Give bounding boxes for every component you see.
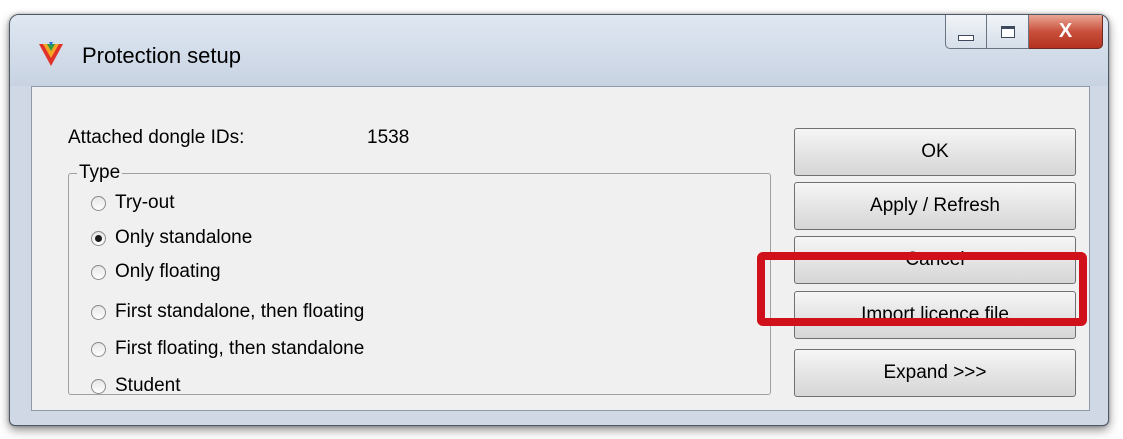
maximize-icon	[1000, 25, 1015, 38]
type-group-legend: Type	[77, 162, 123, 184]
highlight-annotation-box	[757, 252, 1087, 326]
maximize-button[interactable]	[987, 15, 1029, 49]
radio-button-selected[interactable]	[91, 230, 106, 246]
radio-label: Try-out	[115, 192, 175, 213]
radio-option-first-standalone-then-floating[interactable]: First standalone, then floating	[91, 301, 364, 323]
apply-refresh-button[interactable]: Apply / Refresh	[794, 182, 1076, 230]
close-button[interactable]: X	[1029, 15, 1103, 49]
app-logo-icon	[39, 42, 63, 66]
radio-label: First standalone, then floating	[115, 301, 365, 322]
dongle-ids-label: Attached dongle IDs:	[68, 127, 245, 148]
close-icon: X	[1058, 20, 1073, 42]
radio-button[interactable]	[91, 264, 106, 280]
title-bar[interactable]: Protection setup X	[10, 15, 1108, 86]
ok-button[interactable]: OK	[794, 128, 1076, 176]
radio-label: Student	[115, 375, 181, 396]
window-controls: X	[945, 15, 1103, 51]
radio-label: Only standalone	[115, 227, 253, 248]
radio-button[interactable]	[91, 341, 106, 357]
type-groupbox: Type Try-out Only standalone Only floati…	[68, 162, 771, 397]
radio-label: Only floating	[115, 261, 221, 282]
minimize-icon	[958, 34, 974, 41]
radio-button[interactable]	[91, 195, 106, 211]
radio-option-try-out[interactable]: Try-out	[91, 192, 174, 214]
radio-option-student[interactable]: Student	[91, 375, 181, 397]
radio-option-only-floating[interactable]: Only floating	[91, 261, 221, 283]
radio-option-only-standalone[interactable]: Only standalone	[91, 227, 252, 249]
radio-button[interactable]	[91, 378, 106, 394]
dialog-client-area: Attached dongle IDs: 1538 Type Try-out O…	[31, 86, 1090, 411]
minimize-button[interactable]	[945, 15, 987, 49]
radio-label: First floating, then standalone	[115, 338, 365, 359]
protection-setup-window: Protection setup X Attached dongle IDs: …	[9, 14, 1109, 426]
radio-option-first-floating-then-standalone[interactable]: First floating, then standalone	[91, 338, 364, 360]
window-title: Protection setup	[82, 43, 241, 68]
radio-button[interactable]	[91, 304, 106, 320]
dongle-ids-value: 1538	[367, 127, 410, 148]
expand-button[interactable]: Expand >>>	[794, 349, 1076, 397]
